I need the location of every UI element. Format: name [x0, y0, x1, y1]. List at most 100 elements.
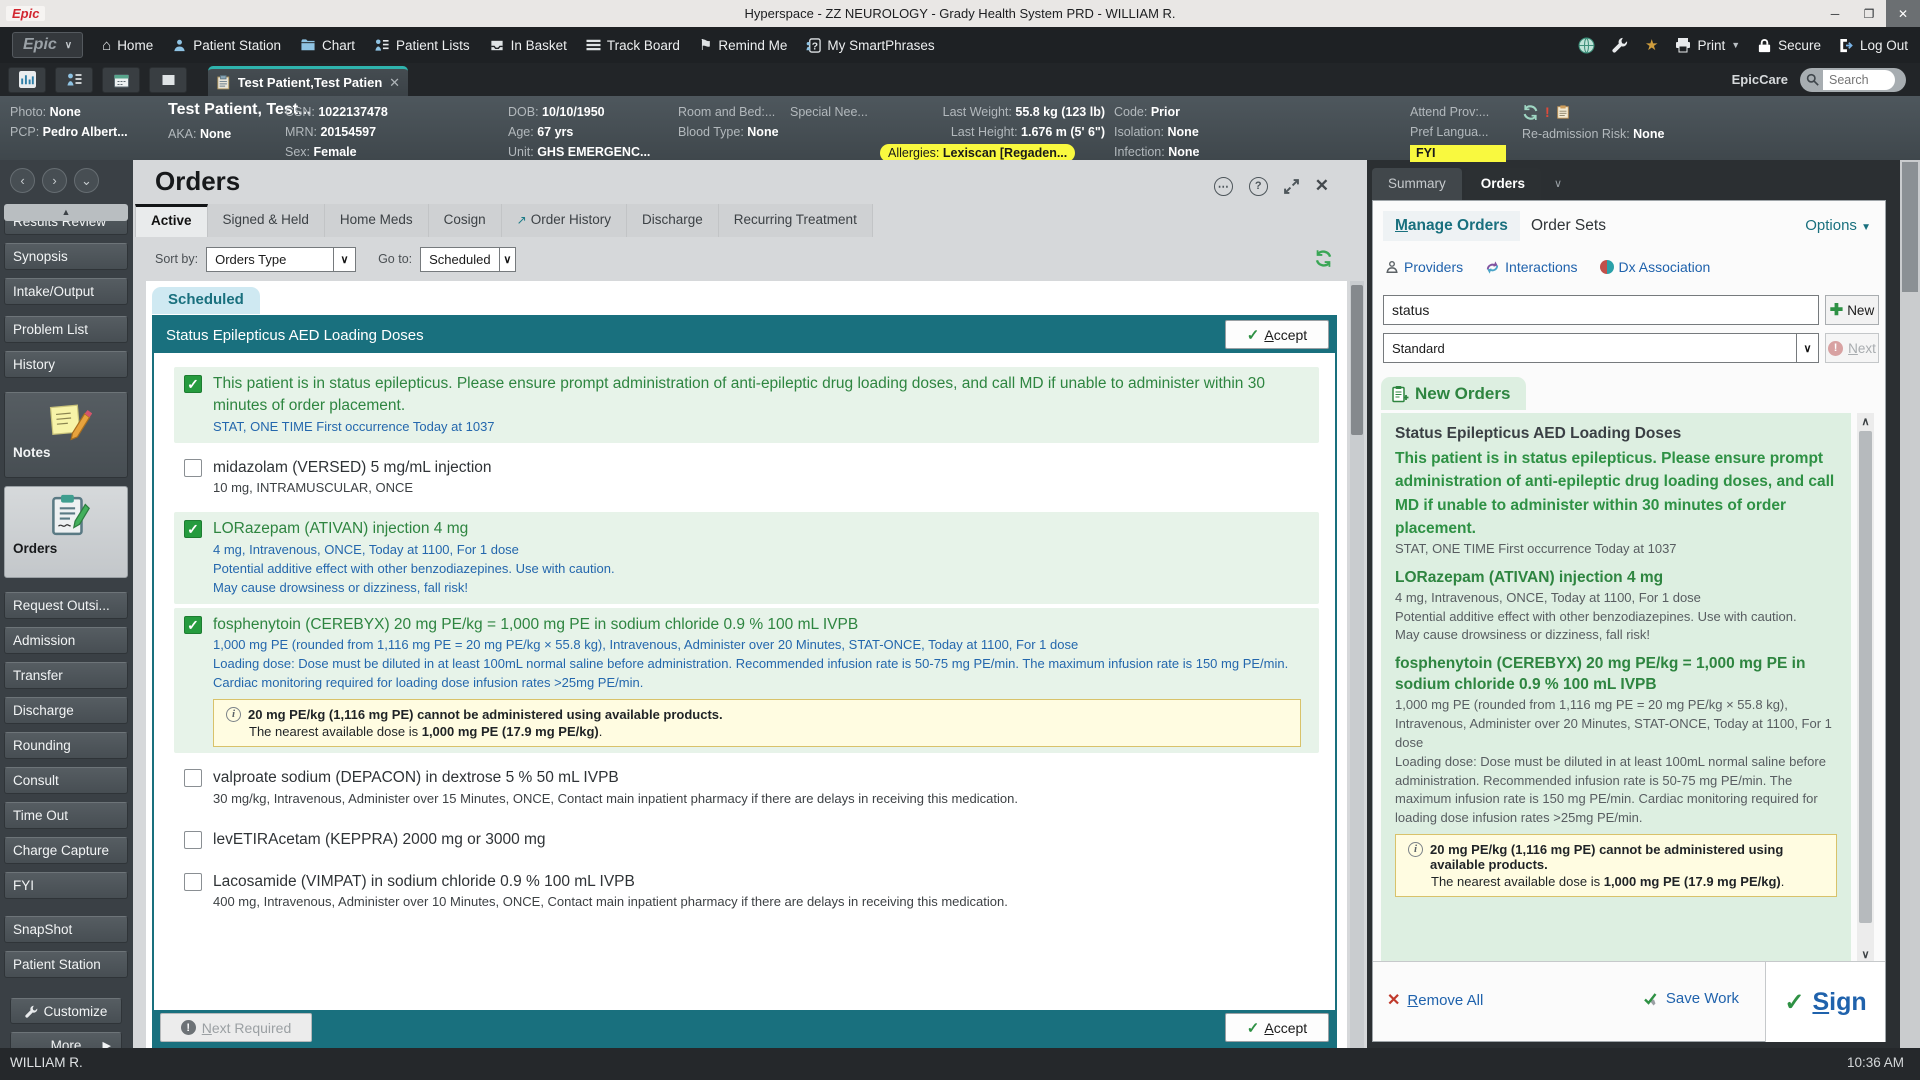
interactions-link[interactable]: Interactions [1485, 259, 1577, 275]
order-item-midazolam[interactable]: midazolam (VERSED) 5 mg/mL injection 10 … [174, 451, 1319, 504]
recent-activities-button[interactable]: ⌄ [74, 168, 99, 193]
toolbar-item-chart[interactable]: Chart [300, 38, 355, 53]
toolbar-item-patient-station[interactable]: Patient Station [172, 38, 281, 53]
clipboard-icon[interactable] [1556, 104, 1570, 120]
sidebar-item-request-outside[interactable]: Request Outsi... [4, 592, 128, 619]
tab-signed-held[interactable]: Signed & Held [208, 204, 325, 237]
sidebar-item-charge-capture[interactable]: Charge Capture [4, 837, 128, 864]
tab-discharge[interactable]: Discharge [627, 204, 719, 237]
epic-star-button[interactable]: ★ [1645, 38, 1658, 53]
secure-button[interactable]: Secure [1757, 38, 1821, 53]
customize-button[interactable]: Customize [10, 998, 122, 1024]
checkbox-checked-icon[interactable]: ✓ [184, 616, 202, 634]
checkbox-unchecked-icon[interactable] [184, 459, 202, 477]
minimize-button[interactable]: ─ [1818, 0, 1852, 27]
sidebar-item-admission[interactable]: Admission [4, 627, 128, 654]
sidebar-item-transfer[interactable]: Transfer [4, 662, 128, 689]
scrollbar-thumb[interactable] [1859, 431, 1872, 923]
tools-button[interactable] [1612, 37, 1628, 53]
toolbar-item-patient-lists[interactable]: Patient Lists [374, 38, 470, 53]
patient-chart-tab[interactable]: Test Patient,Test Patient ✕ [208, 66, 408, 96]
next-required-button[interactable]: ! Next Required [160, 1013, 312, 1042]
tab-recurring-treatment[interactable]: Recurring Treatment [719, 204, 873, 237]
manage-orders-tab[interactable]: Manage Orders [1383, 211, 1520, 241]
print-button[interactable]: Print ▼ [1675, 37, 1740, 53]
accept-button-bottom[interactable]: ✓ Accept [1225, 1013, 1329, 1042]
toolbar-item-remind-me[interactable]: ⚑ Remind Me [699, 38, 787, 53]
sidebar-item-snapshot[interactable]: SnapShot [4, 916, 128, 943]
toolbar-item-smartphrases[interactable]: ? My SmartPhrases [806, 38, 934, 53]
sidebar-item-patient-station[interactable]: Patient Station [4, 951, 128, 978]
scroll-down-icon[interactable]: ∨ [1857, 948, 1874, 961]
fyi-badge[interactable]: FYI [1410, 145, 1506, 162]
tab-orders-panel[interactable]: Orders [1465, 168, 1541, 200]
order-item-lacosamide[interactable]: Lacosamide (VIMPAT) in sodium chloride 0… [174, 865, 1319, 918]
checkbox-unchecked-icon[interactable] [184, 769, 202, 787]
search-input[interactable] [1823, 70, 1895, 90]
maximize-button[interactable]: ❐ [1852, 0, 1886, 27]
scheduled-section-label[interactable]: Scheduled [152, 287, 260, 314]
toolbar-item-in-basket[interactable]: In Basket [489, 38, 567, 53]
accept-button-top[interactable]: ✓ Accept [1225, 320, 1329, 349]
dx-association-link[interactable]: Dx Association [1600, 259, 1711, 275]
go-to-select[interactable]: Scheduled ∨ [420, 247, 516, 272]
tab-summary[interactable]: Summary [1372, 168, 1462, 200]
checkbox-unchecked-icon[interactable] [184, 831, 202, 849]
in-basket-tab-button[interactable] [149, 67, 187, 93]
scrollbar-thumb[interactable] [1351, 285, 1363, 435]
chevron-down-icon[interactable]: ∨ [1544, 168, 1572, 200]
sidebar-item-consult[interactable]: Consult [4, 767, 128, 794]
order-item-valproate[interactable]: valproate sodium (DEPACON) in dextrose 5… [174, 761, 1319, 814]
language-globe-button[interactable] [1578, 37, 1595, 54]
refresh-icon[interactable] [1522, 104, 1539, 121]
expand-icon[interactable] [1284, 179, 1299, 194]
checkbox-unchecked-icon[interactable] [184, 873, 202, 891]
new-order-button[interactable]: ✚ New [1825, 295, 1879, 325]
toolbar-item-home[interactable]: ⌂ Home [102, 38, 153, 53]
epic-menu-button[interactable]: Epic∨ [12, 32, 83, 58]
sidebar-item-notes[interactable]: Notes [4, 392, 128, 478]
menu-ellipsis-icon[interactable]: ⋯ [1214, 177, 1233, 196]
close-activity-icon[interactable]: ✕ [1315, 176, 1329, 196]
providers-link[interactable]: Providers [1385, 259, 1463, 275]
order-mode-select[interactable]: Standard ∨ [1383, 333, 1819, 363]
save-work-button[interactable]: Save Work [1643, 990, 1739, 1007]
panel-scrollbar[interactable]: ∧ ∨ [1857, 413, 1874, 963]
order-item-levetiracetam[interactable]: levETIRAcetam (KEPPRA) 2000 mg or 3000 m… [174, 823, 1319, 857]
tab-home-meds[interactable]: Home Meds [325, 204, 429, 237]
scroll-up-icon[interactable]: ∧ [1857, 415, 1874, 428]
sidebar-item-discharge[interactable]: Discharge [4, 697, 128, 724]
order-item-fosphenytoin[interactable]: ✓ fosphenytoin (CEREBYX) 20 mg PE/kg = 1… [174, 608, 1319, 753]
sign-button[interactable]: ✓ Sign [1765, 962, 1885, 1042]
refresh-button[interactable] [1314, 249, 1333, 273]
tab-order-history[interactable]: ↗Order History [502, 204, 627, 237]
checkbox-checked-icon[interactable]: ✓ [184, 375, 202, 393]
sort-by-select[interactable]: Orders Type ∨ [206, 247, 356, 272]
order-search-input[interactable] [1383, 295, 1819, 325]
checkbox-checked-icon[interactable]: ✓ [184, 520, 202, 538]
remove-all-button[interactable]: ✕ Remove All [1387, 990, 1483, 1010]
order-item-status-alert[interactable]: ✓ This patient is in status epilepticus.… [174, 367, 1319, 443]
tab-close-icon[interactable]: ✕ [389, 75, 400, 91]
reports-tab-button[interactable] [8, 67, 46, 93]
sidebar-item-intake-output[interactable]: Intake/Output [4, 278, 128, 305]
patient-lists-tab-button[interactable] [55, 67, 93, 93]
order-sets-tab[interactable]: Order Sets [1531, 217, 1606, 235]
sidebar-item-orders[interactable]: Orders [4, 486, 128, 578]
close-button[interactable]: ✕ [1886, 0, 1920, 27]
sidebar-item-history[interactable]: History [4, 351, 128, 378]
tab-active[interactable]: Active [135, 204, 208, 237]
orders-scrollbar[interactable] [1350, 281, 1364, 1048]
window-scrollbar[interactable] [1900, 160, 1920, 1048]
sidebar-item-rounding[interactable]: Rounding [4, 732, 128, 759]
sidebar-item-synopsis[interactable]: Synopsis [4, 243, 128, 270]
help-icon[interactable]: ? [1249, 177, 1268, 196]
logout-button[interactable]: Log Out [1838, 38, 1908, 53]
calendar-tab-button[interactable] [102, 67, 140, 93]
sidebar-item-problem-list[interactable]: Problem List [4, 316, 128, 343]
toolbar-item-track-board[interactable]: Track Board [586, 38, 680, 53]
sidebar-scroll-up[interactable]: ▲ [4, 204, 128, 221]
options-button[interactable]: Options ▼ [1805, 217, 1871, 234]
tab-cosign[interactable]: Cosign [429, 204, 502, 237]
order-item-lorazepam[interactable]: ✓ LORazepam (ATIVAN) injection 4 mg 4 mg… [174, 512, 1319, 603]
